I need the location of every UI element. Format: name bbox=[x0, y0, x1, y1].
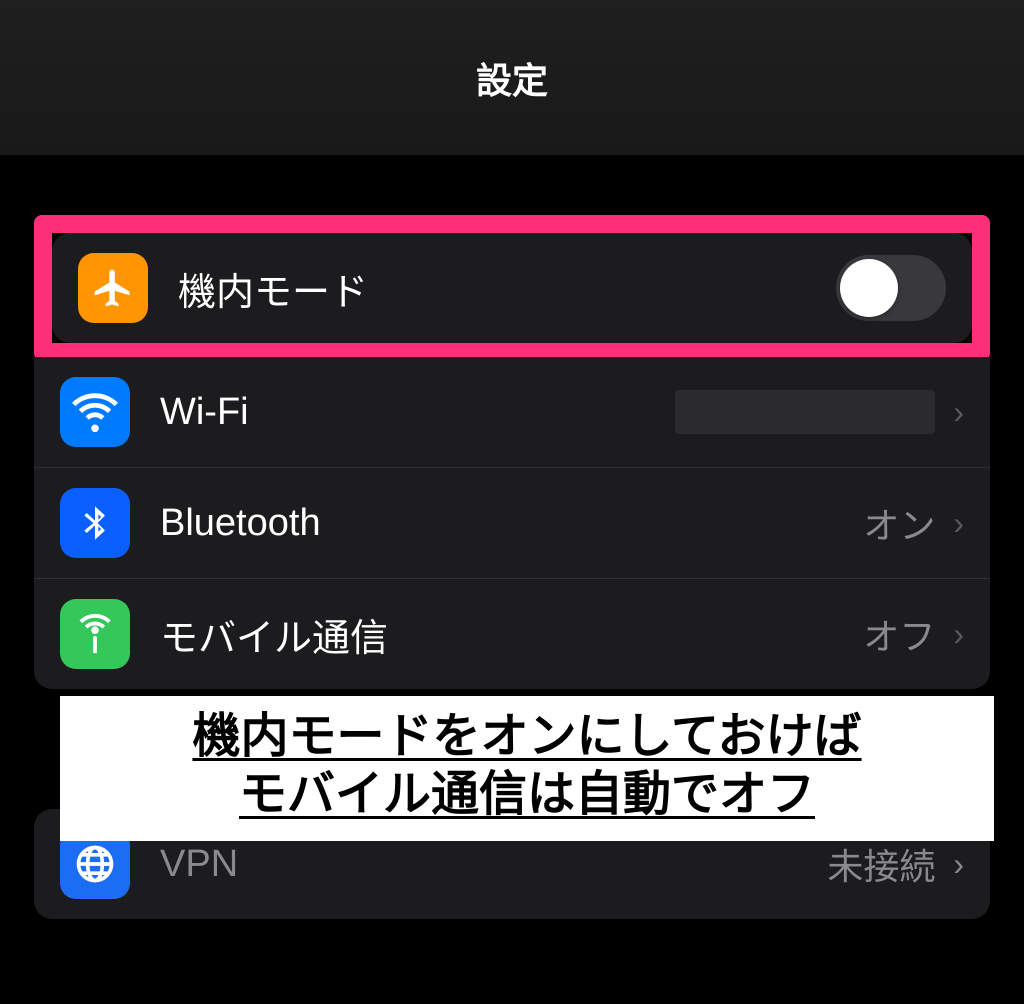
chevron-right-icon: › bbox=[953, 616, 964, 653]
airplane-icon bbox=[78, 253, 148, 323]
vpn-value: 未接続 bbox=[827, 838, 935, 890]
airplane-toggle[interactable] bbox=[836, 255, 946, 321]
chevron-right-icon: › bbox=[953, 846, 964, 883]
toggle-knob bbox=[840, 259, 898, 317]
bluetooth-value: オン bbox=[863, 497, 935, 549]
cellular-icon bbox=[60, 599, 130, 669]
bluetooth-label: Bluetooth bbox=[160, 502, 863, 545]
page-title: 設定 bbox=[476, 52, 548, 104]
settings-group-1b: Wi-Fi › Bluetooth オン › モバイル通信 オフ › bbox=[34, 357, 990, 689]
row-airplane-mode[interactable]: 機内モード bbox=[52, 233, 972, 343]
wifi-value-redacted bbox=[675, 390, 935, 434]
chevron-right-icon: › bbox=[953, 394, 964, 431]
chevron-right-icon: › bbox=[953, 505, 964, 542]
wifi-icon bbox=[60, 377, 130, 447]
annotation-banner: 機内モードをオンにしておけば モバイル通信は自動でオフ bbox=[60, 696, 994, 841]
row-bluetooth[interactable]: Bluetooth オン › bbox=[34, 468, 990, 579]
vpn-label: VPN bbox=[160, 843, 827, 886]
header: 設定 bbox=[0, 0, 1024, 155]
cellular-label: モバイル通信 bbox=[160, 607, 863, 662]
airplane-label: 機内モード bbox=[178, 261, 836, 316]
bluetooth-icon bbox=[60, 488, 130, 558]
settings-group-1a: 機内モード bbox=[52, 233, 972, 343]
airplane-highlight-frame: 機内モード bbox=[34, 215, 990, 361]
row-wifi[interactable]: Wi-Fi › bbox=[34, 357, 990, 468]
row-cellular[interactable]: モバイル通信 オフ › bbox=[34, 579, 990, 689]
cellular-value: オフ bbox=[863, 608, 935, 660]
annotation-line-1: 機内モードをオンにしておけば bbox=[80, 708, 974, 766]
annotation-line-2: モバイル通信は自動でオフ bbox=[80, 766, 974, 824]
wifi-label: Wi-Fi bbox=[160, 391, 675, 434]
